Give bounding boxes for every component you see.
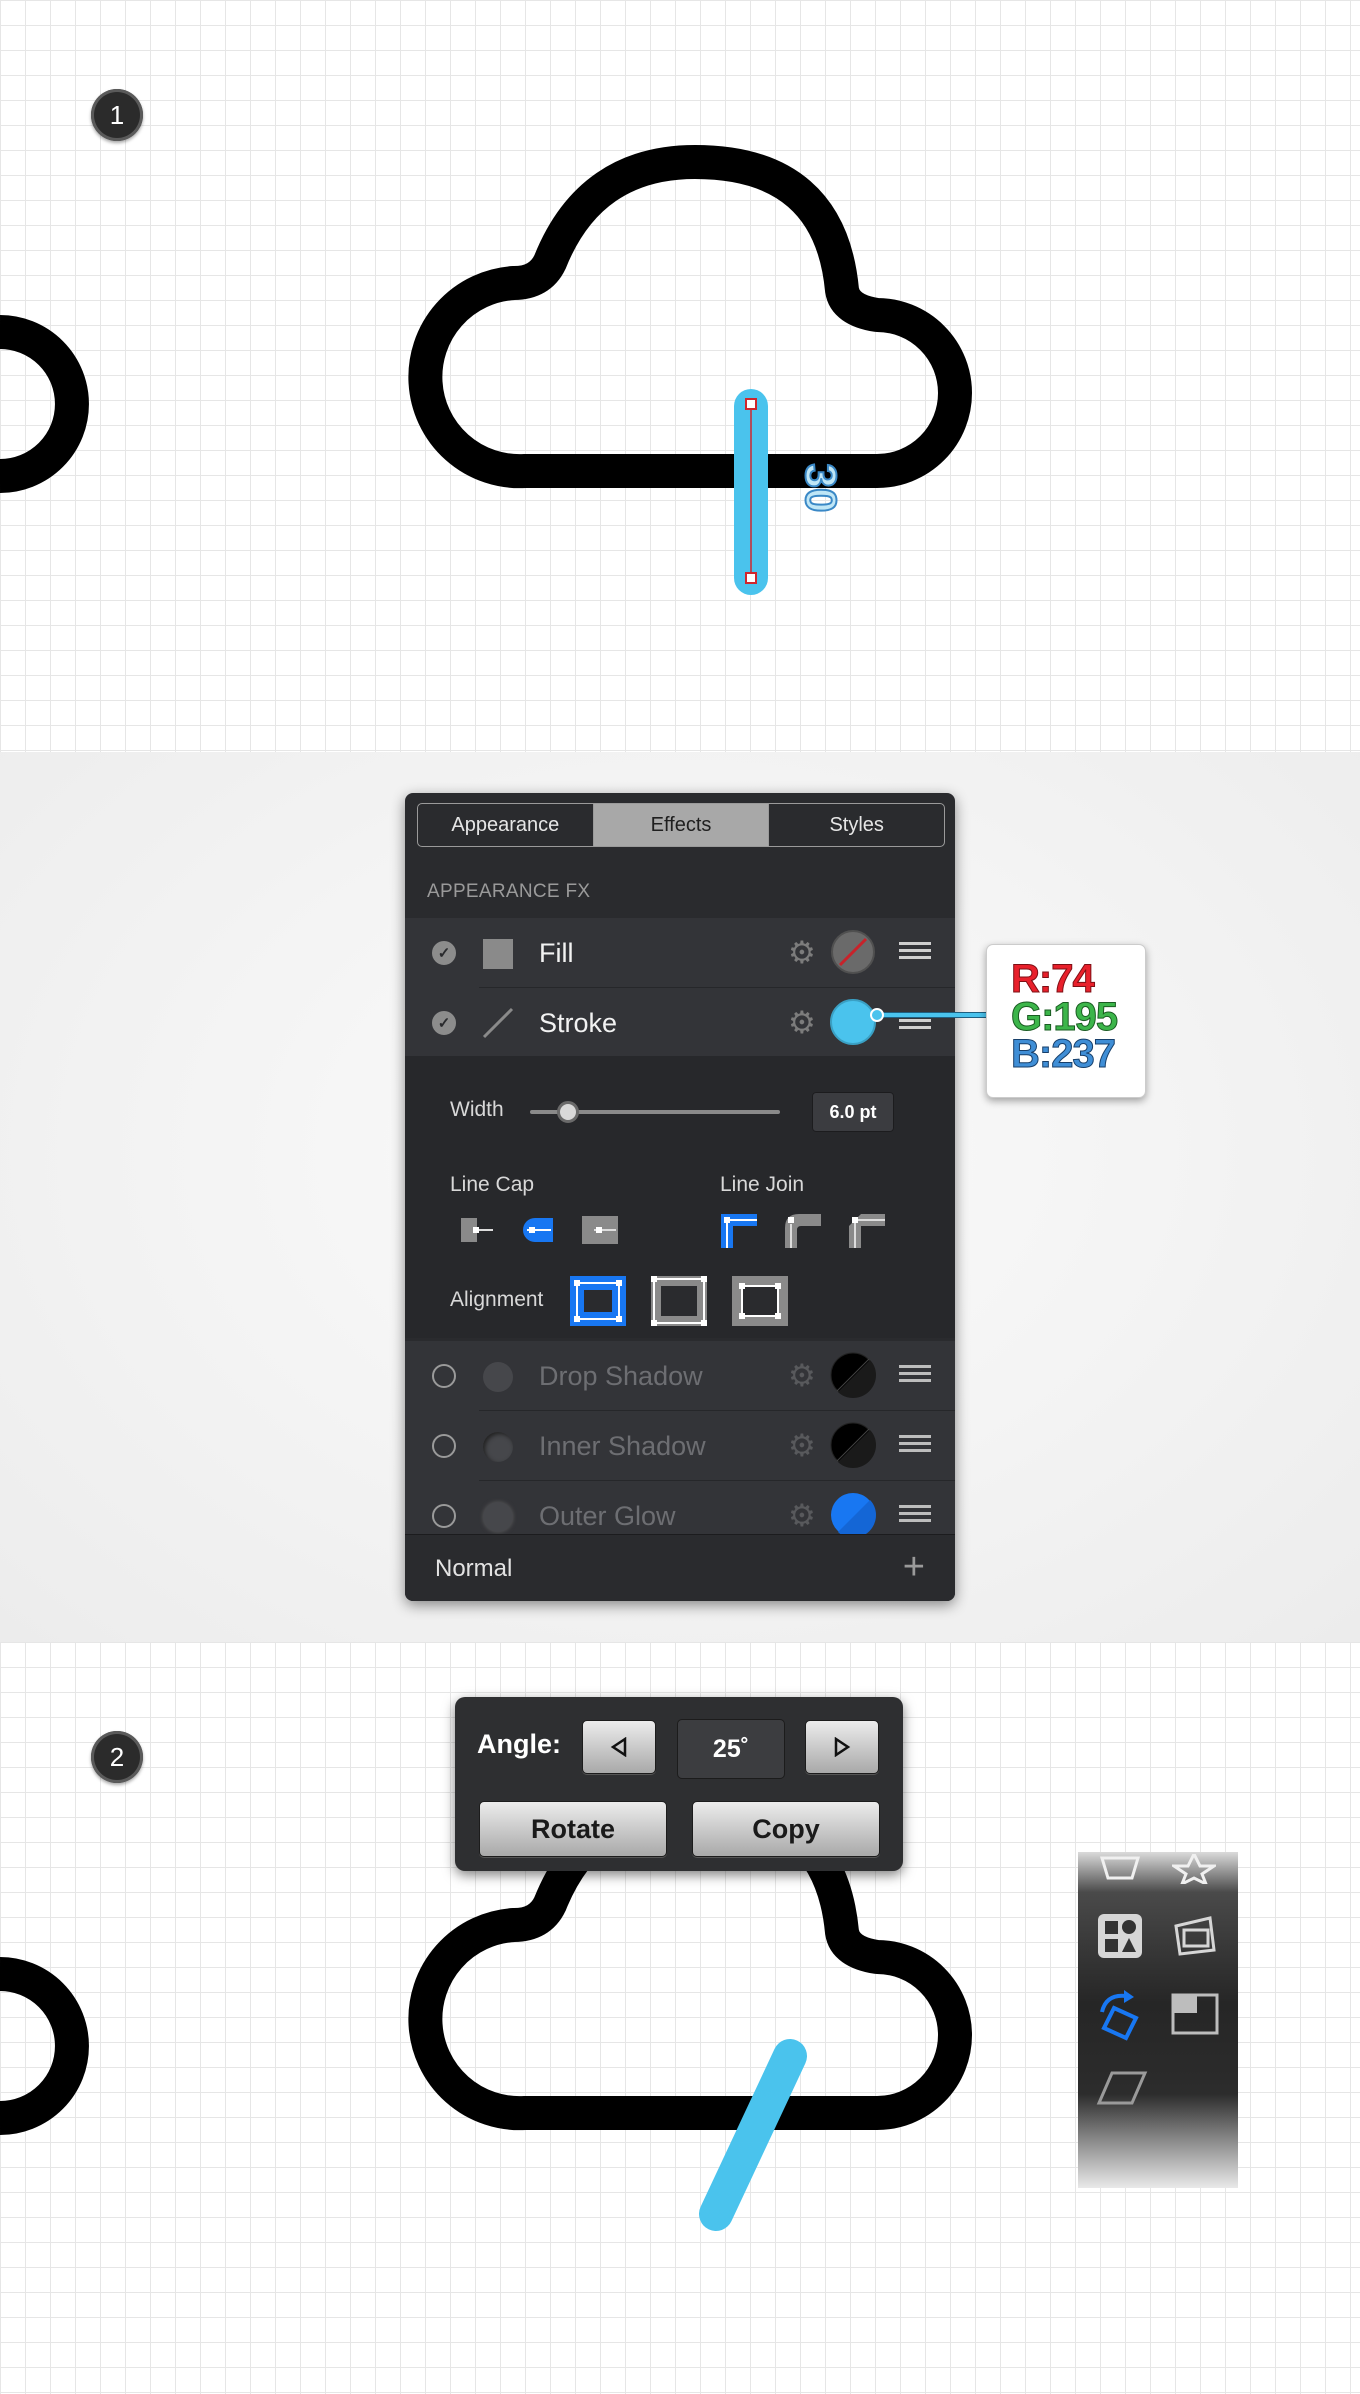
- color-callout-leader: [876, 1012, 988, 1018]
- gear-icon[interactable]: ⚙: [788, 1007, 816, 1038]
- triangle-right-icon: [834, 1737, 851, 1757]
- gear-icon[interactable]: ⚙: [788, 1430, 816, 1461]
- fill-label: Fill: [539, 938, 574, 968]
- angle-label: Angle:: [477, 1729, 561, 1759]
- skew-tool-icon[interactable]: [1096, 2070, 1148, 2106]
- angle-decrease-button[interactable]: [582, 1720, 656, 1774]
- shapes-tool-icon[interactable]: [1096, 1912, 1144, 1960]
- stroke-options: Width 6.0 pt Line Cap Line Join Alignmen…: [405, 1056, 955, 1338]
- check-icon: ✓: [437, 1015, 451, 1032]
- stroke-color-swatch[interactable]: [830, 999, 876, 1045]
- angle-readout: 30: [796, 464, 845, 513]
- outer-glow-swatch[interactable]: [830, 1492, 876, 1538]
- panel-footer: Normal +: [405, 1534, 955, 1601]
- rotate-dialog: Angle: 25˚ Rotate Copy: [455, 1697, 903, 1871]
- partial-cloud-left: [0, 1957, 89, 2135]
- tab-effects[interactable]: Effects: [593, 804, 770, 846]
- outer-glow-checkbox[interactable]: [432, 1504, 456, 1528]
- transform-tool-icon[interactable]: [1170, 1914, 1220, 1958]
- check-icon: ✓: [437, 945, 451, 962]
- resize-tool-icon[interactable]: [1170, 1992, 1220, 2036]
- fx-row-stroke[interactable]: ✓ Stroke ⚙: [405, 988, 955, 1058]
- angle-value[interactable]: 25˚: [677, 1719, 785, 1779]
- cloud-illustration-top: 30: [0, 145, 972, 595]
- align-center-icon[interactable]: [651, 1276, 707, 1326]
- callout-anchor-dot: [870, 1008, 884, 1022]
- outer-glow-icon: [483, 1502, 513, 1532]
- width-value[interactable]: 6.0 pt: [812, 1092, 894, 1132]
- appearance-panel: Appearance Effects Styles APPEARANCE FX …: [405, 793, 955, 1601]
- rgb-red-value: R:74: [1011, 957, 1096, 1001]
- round-cap-icon[interactable]: [515, 1212, 553, 1248]
- fill-square-icon: [483, 939, 513, 969]
- fill-checkbox[interactable]: ✓: [432, 941, 456, 965]
- align-outside-icon[interactable]: [732, 1276, 788, 1326]
- gear-icon[interactable]: ⚙: [788, 1360, 816, 1391]
- miter-join-icon[interactable]: [719, 1212, 757, 1248]
- polygon-tool-icon[interactable]: [1098, 1856, 1142, 1882]
- width-slider-knob[interactable]: [556, 1101, 579, 1123]
- rgb-callout: R:74 G:195 B:237: [986, 944, 1146, 1098]
- angle-increase-button[interactable]: [805, 1720, 879, 1774]
- butt-cap-icon[interactable]: [457, 1212, 495, 1248]
- rotated-raindrop-line: [699, 2039, 807, 2231]
- anchor-point-bottom: [745, 572, 757, 584]
- fx-row-fill[interactable]: ✓ Fill ⚙: [405, 918, 955, 988]
- inner-shadow-label: Inner Shadow: [539, 1431, 706, 1461]
- drop-shadow-label: Drop Shadow: [539, 1361, 703, 1391]
- drag-handle-icon[interactable]: [899, 1435, 931, 1455]
- add-effect-icon[interactable]: +: [903, 1548, 925, 1586]
- drop-shadow-icon: [483, 1362, 513, 1392]
- triangle-left-icon: [610, 1737, 627, 1757]
- panel-tabs: Appearance Effects Styles: [417, 803, 945, 847]
- line-join-label: Line Join: [720, 1173, 805, 1196]
- gear-icon[interactable]: ⚙: [788, 937, 816, 968]
- stroke-label: Stroke: [539, 1008, 618, 1038]
- partial-cloud-left: [0, 315, 89, 493]
- rgb-green-value: G:195: [1010, 995, 1118, 1039]
- gear-icon[interactable]: ⚙: [788, 1500, 816, 1531]
- outer-glow-label: Outer Glow: [539, 1501, 676, 1531]
- rgb-blue-value: B:237: [1011, 1032, 1117, 1076]
- fx-row-drop-shadow[interactable]: Drop Shadow ⚙: [405, 1341, 955, 1411]
- inner-shadow-icon: [483, 1432, 513, 1462]
- square-cap-icon[interactable]: [580, 1212, 618, 1248]
- drop-shadow-swatch[interactable]: [830, 1352, 876, 1398]
- section-title: APPEARANCE FX: [427, 881, 591, 902]
- tab-appearance[interactable]: Appearance: [418, 804, 594, 846]
- inner-shadow-swatch[interactable]: [830, 1422, 876, 1468]
- bevel-join-icon[interactable]: [847, 1212, 885, 1248]
- anchor-point-top: [745, 398, 757, 410]
- rotate-tool-icon[interactable]: [1096, 1990, 1146, 2042]
- line-cap-label: Line Cap: [450, 1173, 535, 1196]
- stroke-checkbox[interactable]: ✓: [432, 1011, 456, 1035]
- fill-swatch-none[interactable]: [830, 929, 876, 975]
- fx-row-inner-shadow[interactable]: Inner Shadow ⚙: [405, 1411, 955, 1481]
- blend-mode-select[interactable]: Normal: [435, 1555, 512, 1583]
- drag-handle-icon[interactable]: [899, 1365, 931, 1385]
- width-label: Width: [450, 1098, 504, 1121]
- tab-styles[interactable]: Styles: [769, 804, 944, 846]
- drop-shadow-checkbox[interactable]: [432, 1364, 456, 1388]
- cloud-outline: [408, 145, 972, 489]
- copy-button[interactable]: Copy: [692, 1801, 880, 1857]
- drag-handle-icon[interactable]: [899, 942, 931, 962]
- star-tool-icon[interactable]: [1172, 1854, 1216, 1884]
- inner-shadow-checkbox[interactable]: [432, 1434, 456, 1458]
- align-inside-icon[interactable]: [570, 1276, 626, 1326]
- rotate-button[interactable]: Rotate: [479, 1801, 667, 1857]
- round-join-icon[interactable]: [783, 1212, 821, 1248]
- tool-palette: [1078, 1852, 1238, 2188]
- drag-handle-icon[interactable]: [899, 1505, 931, 1525]
- alignment-label: Alignment: [450, 1288, 544, 1311]
- stroke-line-icon: [482, 1007, 514, 1039]
